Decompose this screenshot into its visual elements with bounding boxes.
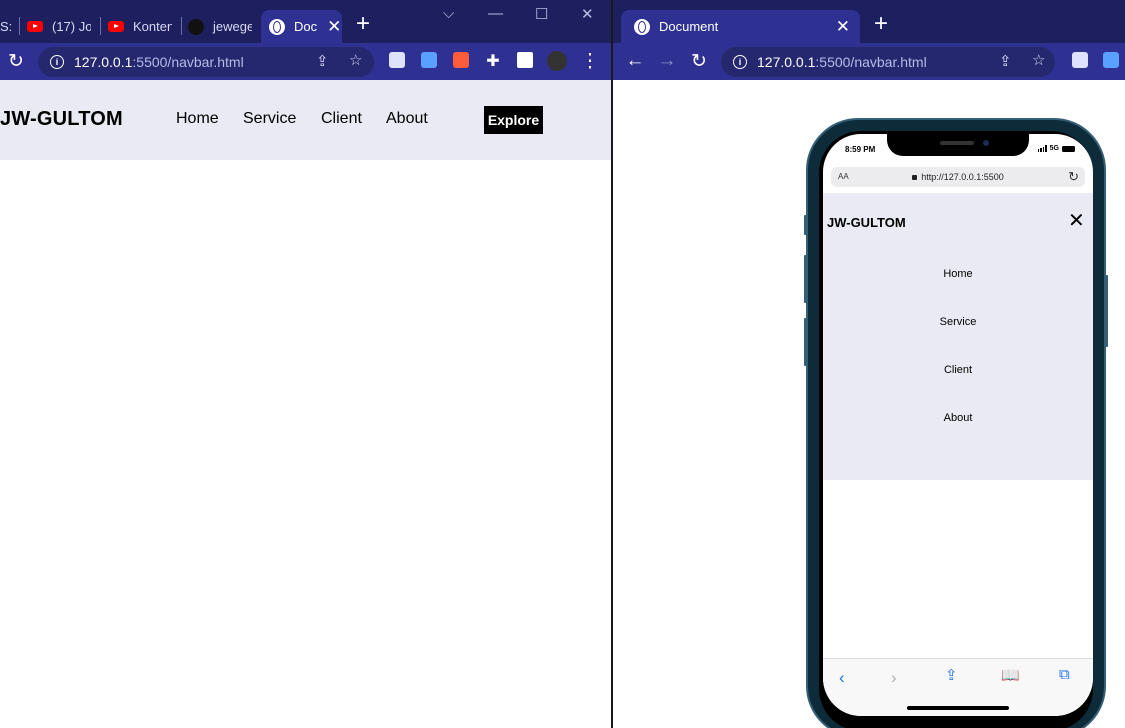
close-tab-icon[interactable]: ✕ (327, 17, 341, 37)
tab-youtube-konten[interactable]: Konten (108, 10, 172, 43)
tab-label: (17) Jon (52, 19, 91, 34)
share-icon[interactable]: ⇪ (945, 666, 958, 684)
extension-icon[interactable] (453, 52, 469, 68)
extension-icon[interactable] (421, 52, 437, 68)
tab-label: Document (659, 19, 719, 34)
tab-label: S: (0, 19, 12, 34)
tab-label: Doc (294, 19, 318, 34)
tab-document-active[interactable]: Document ✕ (621, 10, 860, 43)
extension-icon[interactable] (389, 52, 405, 68)
reload-icon[interactable]: ↻ (6, 51, 26, 72)
site-info-icon[interactable]: i (733, 55, 747, 69)
tab-label: Konten (133, 19, 172, 34)
nav-link-about[interactable]: About (386, 110, 428, 128)
youtube-icon (108, 21, 124, 32)
bookmark-star-icon[interactable]: ☆ (1032, 51, 1045, 69)
safari-address-bar[interactable]: AA http://127.0.0.1:5500 ↻ (831, 167, 1085, 187)
minimize-button[interactable]: — (488, 5, 503, 22)
puzzle-extensions-icon[interactable]: ✚ (483, 51, 503, 71)
signal-bars-icon (1037, 145, 1047, 152)
url-path: :5500/navbar.html (132, 54, 244, 70)
new-tab-button[interactable]: + (874, 12, 888, 36)
avatar[interactable] (547, 51, 567, 71)
left-browser-window: S: (17) Jon Konten jewege Doc ✕ + ⌵ — ☐ … (0, 0, 611, 728)
phone-mockup: 8:59 PM 5G AA http://127.0.0.1:5500 ↻ JW… (806, 118, 1106, 728)
sidebar-icon[interactable] (517, 52, 533, 68)
battery-icon (1062, 145, 1075, 152)
status-time: 8:59 PM (845, 145, 876, 154)
globe-icon (269, 18, 285, 35)
tab-search-icon[interactable]: ⌵ (443, 5, 454, 22)
mobile-site-logo[interactable]: JW-GULTOM (827, 215, 906, 230)
camera-icon (983, 140, 989, 146)
extension-icon[interactable] (1103, 52, 1119, 68)
tabs-icon[interactable]: ⧉ (1059, 666, 1070, 683)
status-indicators: 5G (1037, 145, 1075, 152)
new-tab-button[interactable]: + (356, 12, 370, 36)
lock-icon (912, 175, 918, 180)
mobile-nav-link-service[interactable]: Service (823, 316, 1093, 328)
extension-icon[interactable] (1072, 52, 1088, 68)
youtube-icon (27, 21, 43, 32)
phone-notch (887, 134, 1029, 156)
network-label: 5G (1049, 145, 1059, 152)
close-window-button[interactable]: ✕ (581, 5, 594, 23)
tab-document-active[interactable]: Doc ✕ (261, 10, 342, 43)
share-icon[interactable]: ⇪ (316, 52, 329, 70)
explore-button[interactable]: Explore (484, 106, 543, 134)
forward-chevron-icon[interactable]: › (891, 668, 897, 688)
nav-link-service[interactable]: Service (243, 110, 296, 128)
back-arrow-icon[interactable]: ← (625, 50, 645, 71)
globe-icon (634, 18, 650, 35)
close-menu-icon[interactable]: ✕ (1068, 211, 1085, 231)
mobile-nav-link-about[interactable]: About (823, 412, 1093, 424)
nav-link-client[interactable]: Client (321, 110, 362, 128)
close-tab-icon[interactable]: ✕ (836, 17, 850, 37)
url-host: 127.0.0.1 (74, 54, 133, 70)
nav-link-home[interactable]: Home (176, 110, 219, 128)
phone-screen: 8:59 PM 5G AA http://127.0.0.1:5500 ↻ JW… (823, 134, 1093, 716)
bookmarks-book-icon[interactable]: 📖 (1001, 666, 1020, 684)
speaker-grille (940, 141, 974, 145)
tab-youtube-jon[interactable]: (17) Jon (27, 10, 91, 43)
mobile-nav-link-client[interactable]: Client (823, 364, 1093, 376)
right-browser-window: Document ✕ + ← → ↻ i 127.0.0.1:5500/navb… (613, 0, 1125, 728)
reload-icon[interactable]: ↻ (1068, 169, 1079, 185)
url-path: :5500/navbar.html (815, 54, 927, 70)
share-icon[interactable]: ⇪ (999, 52, 1012, 70)
tab-s[interactable]: S: (0, 10, 12, 43)
url-host: 127.0.0.1 (757, 54, 816, 70)
home-indicator (907, 706, 1009, 710)
site-info-icon[interactable]: i (50, 55, 64, 69)
forward-arrow-icon[interactable]: → (657, 50, 677, 71)
mobile-menu-panel (823, 193, 1093, 480)
safari-url: http://127.0.0.1:5500 (921, 172, 1004, 182)
github-icon (188, 18, 204, 35)
back-chevron-icon[interactable]: ‹ (839, 668, 845, 688)
reload-icon[interactable]: ↻ (689, 51, 709, 72)
menu-kebab-icon[interactable]: ⋮ (580, 51, 600, 72)
maximize-button[interactable]: ☐ (535, 5, 548, 23)
tab-label: jewege (213, 19, 252, 34)
tab-github-jewege[interactable]: jewege (188, 10, 252, 43)
site-logo[interactable]: JW-GULTOM (0, 108, 123, 131)
mobile-nav-link-home[interactable]: Home (823, 268, 1093, 280)
bookmark-star-icon[interactable]: ☆ (349, 51, 362, 69)
